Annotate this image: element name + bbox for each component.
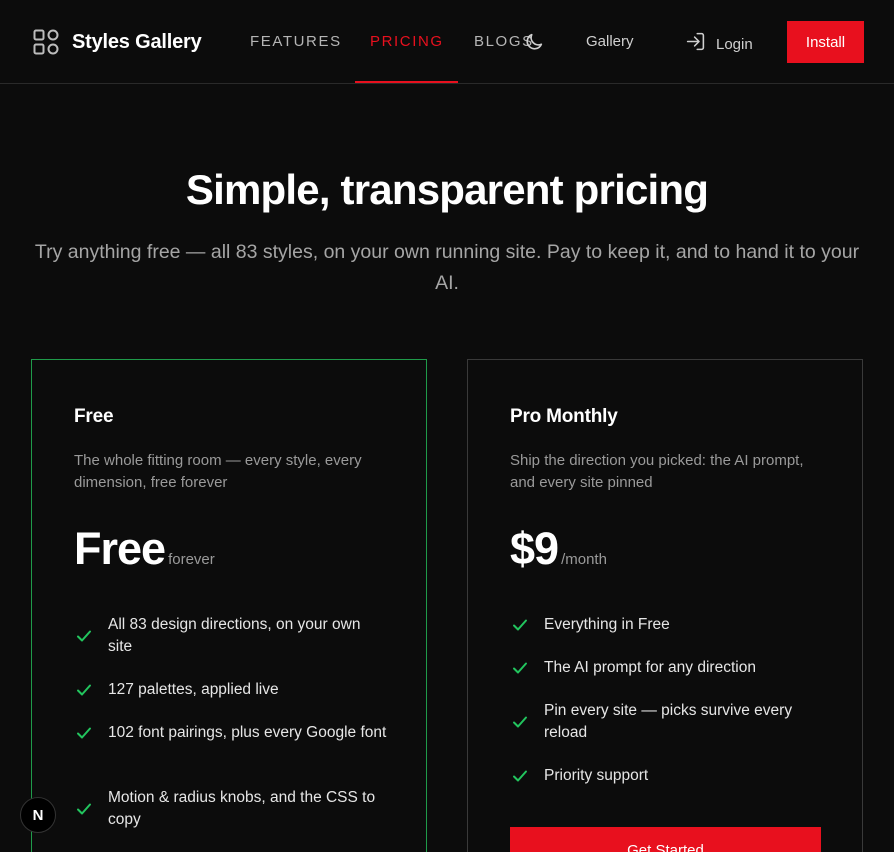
feature-text: Priority support xyxy=(544,767,649,784)
feature-text: Motion & radius knobs, and the CSS to co… xyxy=(108,789,376,828)
plan-price: Free forever xyxy=(74,523,215,575)
plan-card-free: Free The whole fitting room — every styl… xyxy=(31,359,427,852)
plan-price: $9 /month xyxy=(510,523,607,575)
dev-badge[interactable]: N xyxy=(20,797,56,833)
feature-text: 127 palettes, applied live xyxy=(108,681,279,698)
nav-features[interactable]: FEATURES xyxy=(250,33,342,50)
moon-icon[interactable] xyxy=(523,31,545,53)
feature-text: The AI prompt for any direction xyxy=(544,659,756,676)
feature-text: All 83 design directions, on your own si… xyxy=(108,616,361,655)
logo-text: Styles Gallery xyxy=(72,30,202,53)
get-started-button[interactable]: Get Started xyxy=(510,827,821,852)
check-icon xyxy=(74,626,94,646)
login-icon xyxy=(685,31,706,57)
page-subtitle: Try anything free — all 83 styles, on yo… xyxy=(34,241,860,294)
check-icon xyxy=(74,799,94,819)
feature-item: The AI prompt for any direction xyxy=(510,657,824,679)
feature-item: Motion & radius knobs, and the CSS to co… xyxy=(74,787,388,831)
check-icon xyxy=(510,766,530,786)
feature-item: Pin every site — picks survive every rel… xyxy=(510,700,824,744)
feature-item: Priority support xyxy=(510,765,824,787)
plan-name: Free xyxy=(74,406,114,427)
check-icon xyxy=(74,723,94,743)
feature-text: Pin every site — picks survive every rel… xyxy=(544,702,793,741)
feature-item: Everything in Free xyxy=(510,614,824,636)
feature-item: 127 palettes, applied live xyxy=(74,679,388,701)
feature-item: All 83 design directions, on your own si… xyxy=(74,614,388,658)
check-icon xyxy=(510,658,530,678)
site-header: Styles Gallery FEATURES PRICING BLOGS Ga… xyxy=(0,0,894,84)
check-icon xyxy=(74,680,94,700)
login-link[interactable]: Login xyxy=(685,31,753,57)
logo-grid-icon xyxy=(33,29,59,55)
plan-description: The whole fitting room — every style, ev… xyxy=(74,452,362,491)
logo[interactable]: Styles Gallery xyxy=(33,29,202,55)
plan-description: Ship the direction you picked: the AI pr… xyxy=(510,452,804,491)
feature-text: 102 font pairings, plus every Google fon… xyxy=(108,724,387,741)
price-period: forever xyxy=(168,551,215,568)
page-title: Simple, transparent pricing xyxy=(185,166,709,213)
plan-name: Pro Monthly xyxy=(510,406,618,427)
check-icon xyxy=(510,615,530,635)
price-period: /month xyxy=(561,551,607,568)
feature-item: 102 font pairings, plus every Google fon… xyxy=(74,722,388,744)
feature-text: Everything in Free xyxy=(544,616,670,633)
nav-pricing[interactable]: PRICING xyxy=(370,33,444,50)
price-amount: Free xyxy=(74,523,166,574)
login-label: Login xyxy=(716,35,753,53)
price-amount: $9 xyxy=(510,523,559,574)
active-nav-underline xyxy=(355,81,458,83)
install-button[interactable]: Install xyxy=(787,21,864,63)
gallery-link[interactable]: Gallery xyxy=(586,33,634,50)
plan-card-pro: Pro Monthly Ship the direction you picke… xyxy=(467,359,863,852)
check-icon xyxy=(510,712,530,732)
